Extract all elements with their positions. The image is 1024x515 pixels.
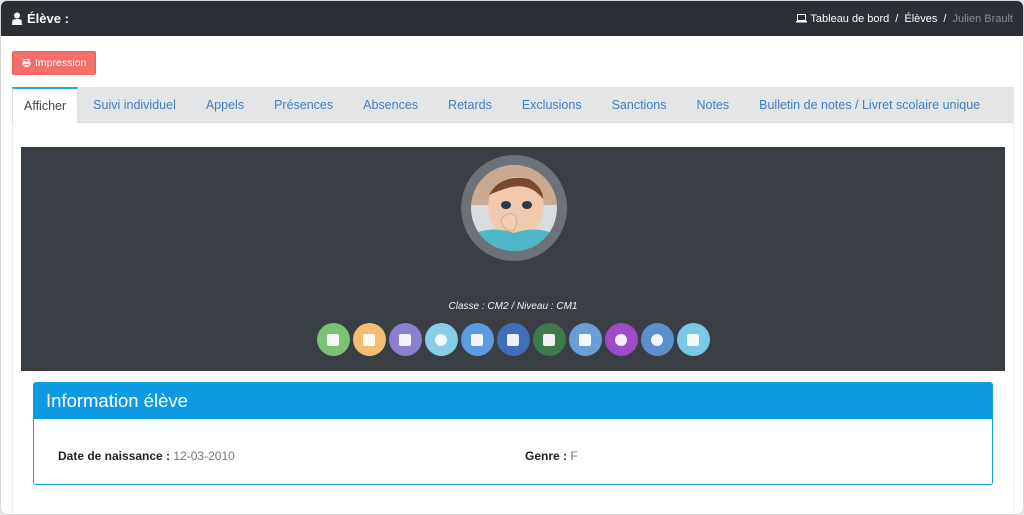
tab-notes[interactable]: Notes [681,87,744,122]
document-button[interactable] [388,323,422,356]
print-button-label: Impression [35,57,87,69]
tab-content: Classe : CM2 / Niveau : CM1 Information … [12,123,1014,514]
page-title-text: Élève : [27,11,69,26]
gender-field: Genre : F [525,449,578,463]
report-button[interactable] [496,323,530,356]
breadcrumb-dashboard[interactable]: Tableau de bord [796,13,889,25]
tab-sanctions[interactable]: Sanctions [597,87,682,122]
class-level-text: Classe : CM2 / Niveau : CM1 [448,301,578,312]
birth-date-label: Date de naissance : [58,449,171,463]
user-button[interactable] [424,323,458,356]
breadcrumb-separator: / [895,12,899,25]
birth-date-value: 12-03-2010 [173,449,235,463]
gender-label: Genre : [525,449,568,463]
check-square-button[interactable] [316,323,350,356]
profile-header: Classe : CM2 / Niveau : CM1 [21,147,1005,371]
student-photo [471,165,557,251]
check-square-icon [327,333,339,346]
birth-date-field: Date de naissance : 12-03-2010 [58,449,235,463]
app-window: Élève : Tableau de bord / Élèves / Julie… [1,1,1023,514]
calendar-icon [579,333,591,346]
tab-exclusions[interactable]: Exclusions [507,87,597,122]
student-info-panel: Information élève Date de naissance : 12… [33,382,993,485]
breadcrumb-current: Julien Brault [952,12,1013,25]
table-button[interactable] [532,323,566,356]
panel-title: Information élève [34,383,992,419]
tab-presences[interactable]: Présences [259,87,348,122]
print-button[interactable]: Impression [12,51,97,75]
user-icon [435,333,447,346]
report-icon [507,333,519,346]
tab-bar: Afficher Suivi individuel Appels Présenc… [12,87,1014,123]
edit-icon [363,333,375,346]
tab-afficher[interactable]: Afficher [12,87,79,123]
avatar [461,155,567,261]
circle-icon [651,333,663,346]
table-icon [543,333,555,346]
printer-icon [22,58,31,68]
tag-icon [687,333,699,346]
tab-appels[interactable]: Appels [191,87,259,122]
chat-icon [615,333,627,346]
breadcrumb-students[interactable]: Élèves [904,13,937,25]
calendar-button[interactable] [568,323,602,356]
tab-retards[interactable]: Retards [433,87,507,122]
user-icon [12,12,22,25]
breadcrumb-separator: / [943,12,947,25]
top-bar: Élève : Tableau de bord / Élèves / Julie… [1,1,1023,36]
panel-body: Date de naissance : 12-03-2010 Genre : F [34,419,992,484]
tag-button[interactable] [676,323,710,356]
gender-value: F [570,449,578,463]
divider [33,490,993,491]
breadcrumb: Tableau de bord / Élèves / Julien Brault [796,13,1013,25]
tab-bulletin[interactable]: Bulletin de notes / Livret scolaire uniq… [744,87,995,122]
chat-button[interactable] [604,323,638,356]
document-icon [399,333,411,346]
flag-icon [471,333,483,346]
laptop-icon [796,14,808,23]
tab-absences[interactable]: Absences [348,87,433,122]
tab-suivi-individuel[interactable]: Suivi individuel [78,87,191,122]
page-title: Élève : [11,11,69,26]
edit-button[interactable] [352,323,386,356]
circle-button[interactable] [640,323,674,356]
action-buttons [21,323,1005,356]
flag-button[interactable] [460,323,494,356]
